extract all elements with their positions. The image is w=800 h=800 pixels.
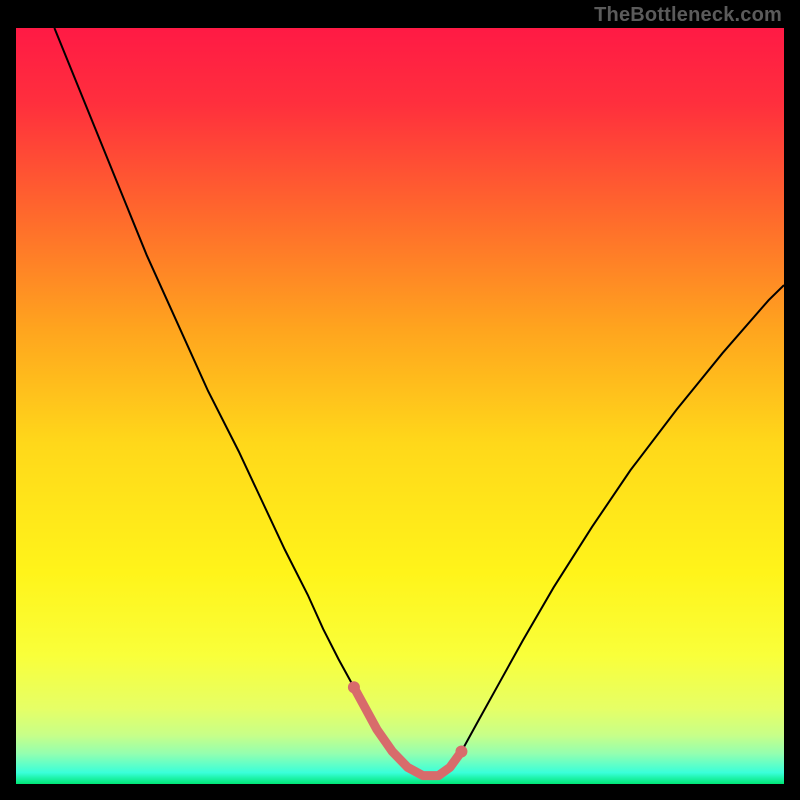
watermark-text: TheBottleneck.com xyxy=(594,4,782,27)
chart-frame: TheBottleneck.com xyxy=(0,0,800,800)
gradient-background xyxy=(16,28,784,784)
chart-svg xyxy=(16,28,784,784)
highlight-marker xyxy=(348,681,360,693)
plot-area xyxy=(16,28,784,784)
highlight-marker xyxy=(455,745,467,757)
